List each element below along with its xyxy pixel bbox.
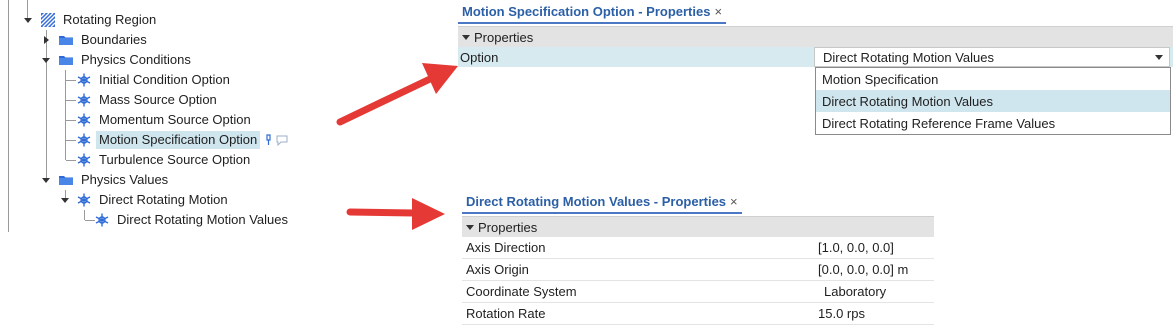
annotation-arrow-lower — [346, 198, 445, 230]
dropdown-value: Direct Rotating Motion Values — [823, 50, 995, 65]
tab-title: Motion Specification Option - Properties — [462, 3, 711, 19]
property-row-axis-direction[interactable]: Axis Direction [1.0, 0.0, 0.0] — [462, 237, 934, 259]
properties-section-header[interactable]: Properties — [458, 26, 1173, 47]
section-label: Properties — [478, 219, 538, 235]
chevron-down-icon[interactable] — [1155, 55, 1163, 60]
property-key: Axis Origin — [466, 262, 529, 277]
property-value[interactable]: [1.0, 0.0, 0.0] — [818, 240, 894, 255]
tab-title: Direct Rotating Motion Values - Properti… — [466, 193, 727, 209]
dropdown-option-motion-specification[interactable]: Motion Specification — [816, 68, 1170, 90]
property-row-coordinate-system[interactable]: Coordinate System Laboratory — [462, 281, 934, 303]
option-dropdown[interactable]: Direct Rotating Motion Values — [814, 47, 1170, 67]
property-key: Coordinate System — [466, 284, 577, 299]
close-icon[interactable]: × — [730, 194, 738, 209]
property-key: Axis Direction — [466, 240, 546, 255]
property-value[interactable]: [0.0, 0.0, 0.0] m — [818, 262, 908, 277]
tab-direct-rotating-motion-values-properties[interactable]: Direct Rotating Motion Values - Properti… — [462, 190, 742, 214]
close-icon[interactable]: × — [714, 4, 722, 19]
property-value[interactable]: Laboratory — [824, 284, 886, 299]
option-label: Direct Rotating Motion Values — [822, 93, 994, 109]
annotation-arrow-upper — [336, 63, 458, 126]
property-row-rotation-rate[interactable]: Rotation Rate 15.0 rps — [462, 303, 934, 325]
option-label: Direct Rotating Reference Frame Values — [822, 115, 1056, 131]
section-label: Properties — [474, 29, 534, 45]
property-key: Option — [460, 50, 499, 65]
tab-motion-specification-properties[interactable]: Motion Specification Option - Properties… — [458, 0, 727, 24]
option-label: Motion Specification — [822, 71, 939, 87]
dropdown-option-direct-rotating-reference-frame-values[interactable]: Direct Rotating Reference Frame Values — [816, 112, 1170, 134]
option-dropdown-list: Motion Specification Direct Rotating Mot… — [815, 67, 1171, 135]
dropdown-option-direct-rotating-motion-values[interactable]: Direct Rotating Motion Values — [816, 90, 1170, 112]
properties-section-header[interactable]: Properties — [462, 216, 934, 237]
collapse-triangle-icon — [462, 34, 470, 40]
direct-rotating-motion-values-properties-panel: Direct Rotating Motion Values - Properti… — [462, 190, 934, 325]
property-row-axis-origin[interactable]: Axis Origin [0.0, 0.0, 0.0] m — [462, 259, 934, 281]
panel-tab-bar: Direct Rotating Motion Values - Properti… — [462, 190, 934, 214]
panel-tab-bar: Motion Specification Option - Properties… — [458, 0, 1173, 24]
collapse-triangle-icon — [466, 224, 474, 230]
